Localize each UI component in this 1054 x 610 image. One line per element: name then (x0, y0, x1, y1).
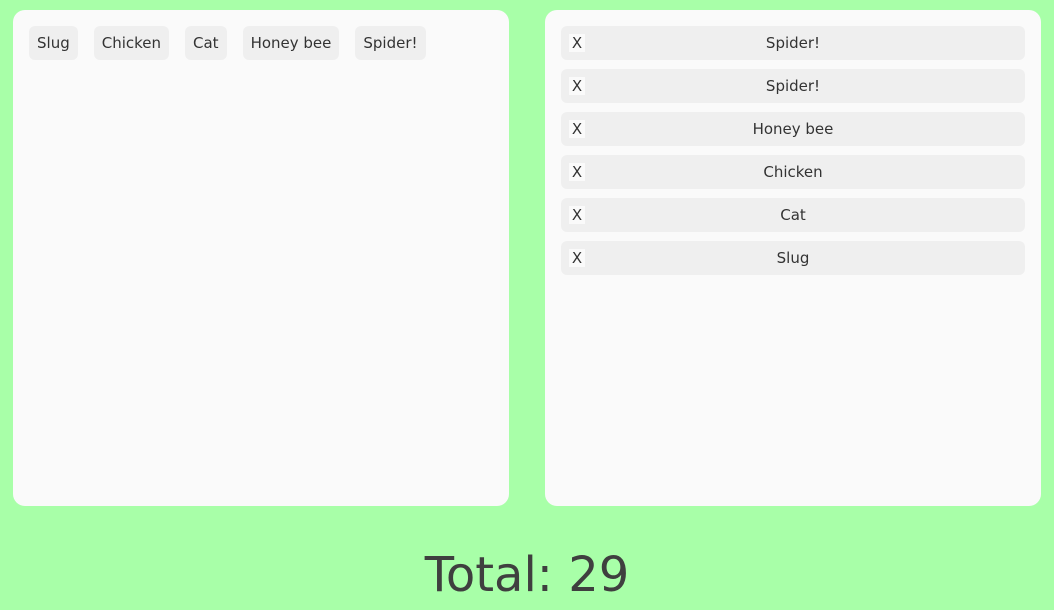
total-display: Total: 29 (0, 543, 1054, 607)
list-item: X Spider! (561, 26, 1025, 60)
remove-button[interactable]: X (569, 249, 585, 267)
list-item-label: Spider! (765, 77, 821, 95)
list-item: X Chicken (561, 155, 1025, 189)
list-item-label: Spider! (765, 34, 821, 52)
chip-spider[interactable]: Spider! (355, 26, 426, 60)
list-item: X Honey bee (561, 112, 1025, 146)
remove-button[interactable]: X (569, 163, 585, 181)
list-item-label: Cat (780, 206, 806, 224)
selected-panel: X Spider! X Spider! X Honey bee X Chicke… (545, 10, 1041, 506)
remove-button[interactable]: X (569, 120, 585, 138)
list-item-label: Chicken (763, 163, 823, 181)
chip-honey-bee[interactable]: Honey bee (242, 26, 340, 60)
total-value: 29 (568, 547, 630, 603)
list-item: X Spider! (561, 69, 1025, 103)
list-item: X Slug (561, 241, 1025, 275)
list-item-label: Honey bee (752, 120, 834, 138)
chip-cat[interactable]: Cat (185, 26, 227, 60)
palette-chip-row: Slug Chicken Cat Honey bee Spider! (29, 26, 426, 60)
palette-panel: Slug Chicken Cat Honey bee Spider! (13, 10, 509, 506)
list-item: X Cat (561, 198, 1025, 232)
remove-button[interactable]: X (569, 206, 585, 224)
remove-button[interactable]: X (569, 77, 585, 95)
chip-slug[interactable]: Slug (29, 26, 78, 60)
chip-chicken[interactable]: Chicken (93, 26, 170, 60)
selected-list: X Spider! X Spider! X Honey bee X Chicke… (561, 26, 1025, 275)
remove-button[interactable]: X (569, 34, 585, 52)
list-item-label: Slug (776, 249, 810, 267)
total-label: Total: (424, 547, 553, 603)
